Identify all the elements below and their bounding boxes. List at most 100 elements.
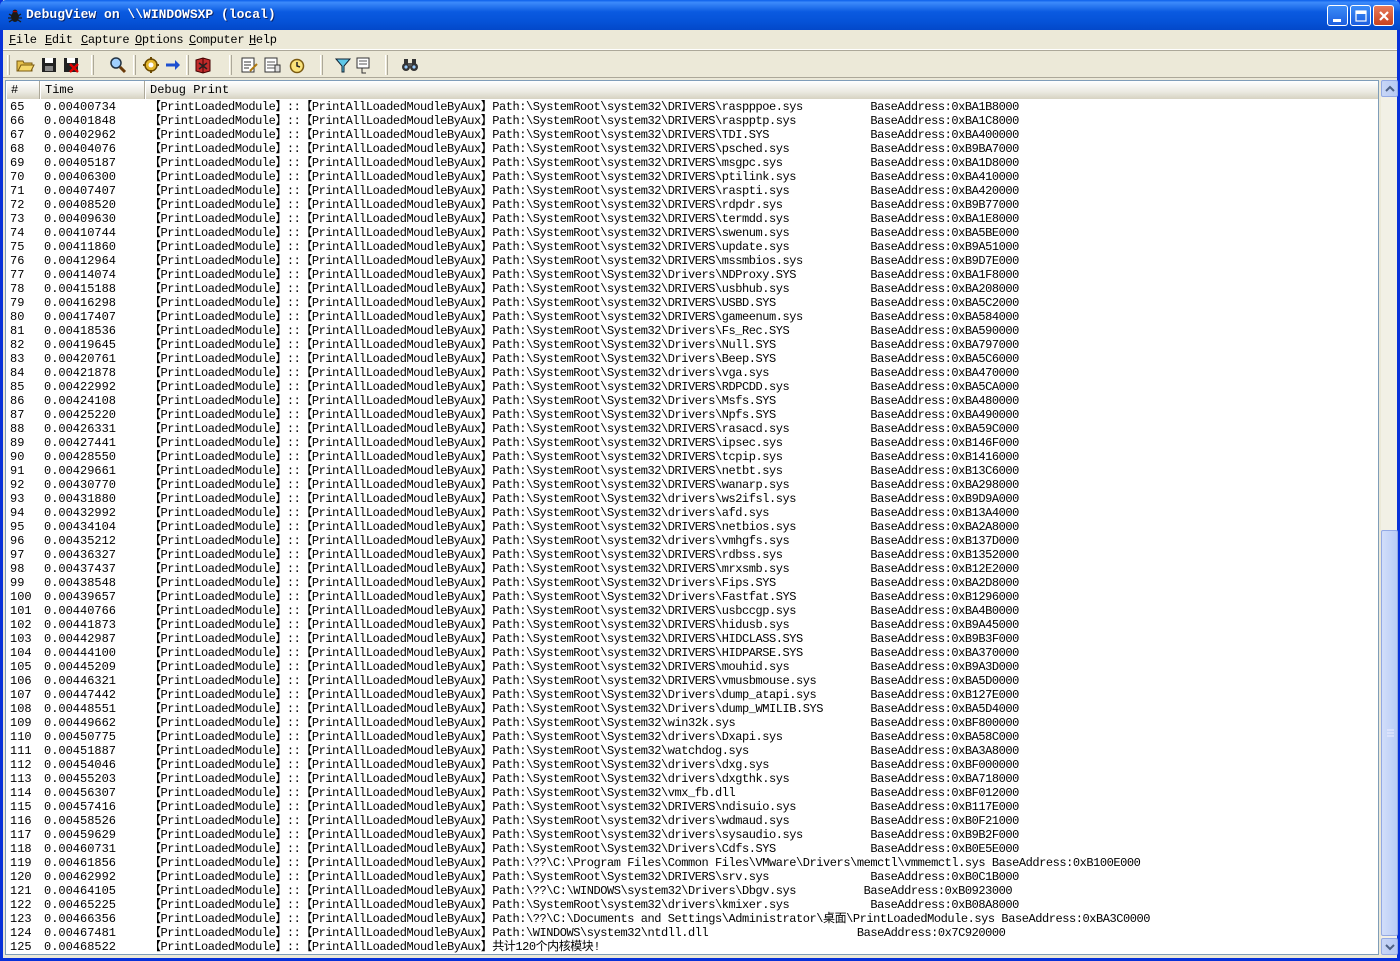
table-row[interactable]: 85 0.00422992 【PrintLoadedModule】::【PrintA… [6,380,1378,394]
capture-gear-icon[interactable] [141,55,161,75]
table-row[interactable]: 105 0.00445209 【PrintLoadedModule】::【Print… [6,660,1378,674]
scroll-up-button[interactable] [1381,80,1398,97]
filter-highlight-icon[interactable] [333,55,353,75]
table-row[interactable]: 103 0.00442987 【PrintLoadedModule】::【Print… [6,632,1378,646]
table-row[interactable]: 100 0.00439657 【PrintLoadedModule】::【Print… [6,590,1378,604]
menu-computer[interactable]: Computer [189,33,245,47]
table-row[interactable]: 108 0.00448551 【PrintLoadedModule】::【Print… [6,702,1378,716]
scroll-thumb[interactable] [1381,530,1398,936]
table-row[interactable]: 92 0.00430770 【PrintLoadedModule】::【PrintA… [6,478,1378,492]
binoculars-icon[interactable] [400,55,420,75]
table-row[interactable]: 112 0.00454046 【PrintLoadedModule】::【Print… [6,758,1378,772]
table-row[interactable]: 90 0.00428550 【PrintLoadedModule】::【PrintA… [6,450,1378,464]
table-row[interactable]: 98 0.00437437 【PrintLoadedModule】::【PrintA… [6,562,1378,576]
table-row[interactable]: 66 0.00401848 【PrintLoadedModule】::【PrintA… [6,114,1378,128]
table-row[interactable]: 123 0.00466356 【PrintLoadedModule】::【Print… [6,912,1378,926]
table-row[interactable]: 81 0.00418536 【PrintLoadedModule】::【PrintA… [6,324,1378,338]
table-row[interactable]: 77 0.00414074 【PrintLoadedModule】::【PrintA… [6,268,1378,282]
edit-filter-icon[interactable] [239,55,259,75]
title-bar[interactable]: DebugView on \\WINDOWSXP (local) [0,0,1400,30]
clock-icon[interactable] [287,55,307,75]
table-row[interactable]: 95 0.00434104 【PrintLoadedModule】::【PrintA… [6,520,1378,534]
table-row[interactable]: 104 0.00444100 【PrintLoadedModule】::【Print… [6,646,1378,660]
row-debug-print: 【PrintLoadedModule】::【PrintAllLoadedMoud… [149,254,1019,268]
table-row[interactable]: 94 0.00432992 【PrintLoadedModule】::【PrintA… [6,506,1378,520]
list-header: # Time Debug Print [6,81,1378,99]
table-row[interactable]: 99 0.00438548 【PrintLoadedModule】::【PrintA… [6,576,1378,590]
table-row[interactable]: 76 0.00412964 【PrintLoadedModule】::【PrintA… [6,254,1378,268]
table-row[interactable]: 70 0.00406300 【PrintLoadedModule】::【PrintA… [6,170,1378,184]
menu-edit[interactable]: Edit [45,33,73,47]
table-row[interactable]: 93 0.00431880 【PrintLoadedModule】::【PrintA… [6,492,1378,506]
column-header-time[interactable]: Time [40,81,145,99]
table-row[interactable]: 111 0.00451887 【PrintLoadedModule】::【Print… [6,744,1378,758]
table-row[interactable]: 122 0.00465225 【PrintLoadedModule】::【Print… [6,898,1378,912]
table-row[interactable]: 116 0.00458526 【PrintLoadedModule】::【Print… [6,814,1378,828]
table-row[interactable]: 89 0.00427441 【PrintLoadedModule】::【PrintA… [6,436,1378,450]
table-row[interactable]: 75 0.00411860 【PrintLoadedModule】::【PrintA… [6,240,1378,254]
table-row[interactable]: 114 0.00456307 【PrintLoadedModule】::【Print… [6,786,1378,800]
column-header-debug-print[interactable]: Debug Print [145,81,1378,99]
properties-icon[interactable] [262,55,282,75]
table-row[interactable]: 102 0.00441873 【PrintLoadedModule】::【Print… [6,618,1378,632]
menu-options[interactable]: Options [135,33,184,47]
table-row[interactable]: 110 0.00450775 【PrintLoadedModule】::【Print… [6,730,1378,744]
close-button[interactable] [1373,5,1394,26]
table-row[interactable]: 106 0.00446321 【PrintLoadedModule】::【Print… [6,674,1378,688]
table-row[interactable]: 121 0.00464105 【PrintLoadedModule】::【Print… [6,884,1378,898]
table-row[interactable]: 68 0.00404076 【PrintLoadedModule】::【PrintA… [6,142,1378,156]
table-row[interactable]: 118 0.00460731 【PrintLoadedModule】::【Print… [6,842,1378,856]
table-row[interactable]: 74 0.00410744 【PrintLoadedModule】::【PrintA… [6,226,1378,240]
minimize-button[interactable] [1327,5,1348,26]
table-row[interactable]: 69 0.00405187 【PrintLoadedModule】::【PrintA… [6,156,1378,170]
table-row[interactable]: 82 0.00419645 【PrintLoadedModule】::【PrintA… [6,338,1378,352]
highlight-icon[interactable] [354,55,374,75]
menu-file[interactable]: File [9,33,37,47]
menu-capture[interactable]: Capture [81,33,130,47]
toolbar-grip[interactable] [7,55,10,75]
scroll-down-button[interactable] [1381,938,1398,955]
open-folder-icon[interactable] [15,55,35,75]
table-row[interactable]: 84 0.00421878 【PrintLoadedModule】::【PrintA… [6,366,1378,380]
forward-arrow-icon[interactable] [163,55,183,75]
table-row[interactable]: 72 0.00408520 【PrintLoadedModule】::【PrintA… [6,198,1378,212]
table-row[interactable]: 97 0.00436327 【PrintLoadedModule】::【PrintA… [6,548,1378,562]
table-row[interactable]: 124 0.00467481 【PrintLoadedModule】::【Print… [6,926,1378,940]
table-row[interactable]: 83 0.00420761 【PrintLoadedModule】::【PrintA… [6,352,1378,366]
table-row[interactable]: 73 0.00409630 【PrintLoadedModule】::【PrintA… [6,212,1378,226]
row-debug-print: 【PrintLoadedModule】::【PrintAllLoadedMoud… [149,702,1019,716]
table-row[interactable]: 91 0.00429661 【PrintLoadedModule】::【PrintA… [6,464,1378,478]
table-row[interactable]: 88 0.00426331 【PrintLoadedModule】::【PrintA… [6,422,1378,436]
table-row[interactable]: 109 0.00449662 【PrintLoadedModule】::【Print… [6,716,1378,730]
debug-output-list[interactable]: # Time Debug Print 65 0.00400734 【PrintLoa… [5,80,1379,955]
table-row[interactable]: 101 0.00440766 【PrintLoadedModule】::【Print… [6,604,1378,618]
table-row[interactable]: 117 0.00459629 【PrintLoadedModule】::【Print… [6,828,1378,842]
table-row[interactable]: 79 0.00416298 【PrintLoadedModule】::【PrintA… [6,296,1378,310]
menu-help[interactable]: Help [249,33,277,47]
table-row[interactable]: 125 0.00468522 【PrintLoadedModule】::【Print… [6,940,1378,954]
column-header-number[interactable]: # [6,81,40,99]
save-icon[interactable] [39,55,59,75]
table-row[interactable]: 87 0.00425220 【PrintLoadedModule】::【PrintA… [6,408,1378,422]
list-rows: 65 0.00400734 【PrintLoadedModule】::【PrintA… [6,100,1378,954]
table-row[interactable]: 71 0.00407407 【PrintLoadedModule】::【PrintA… [6,184,1378,198]
row-debug-print: 【PrintLoadedModule】::【PrintAllLoadedMoud… [149,492,1019,506]
maximize-button[interactable] [1350,5,1371,26]
table-row[interactable]: 115 0.00457416 【PrintLoadedModule】::【Print… [6,800,1378,814]
table-row[interactable]: 113 0.00455203 【PrintLoadedModule】::【Print… [6,772,1378,786]
menu-capture-accel: C [81,33,88,47]
table-row[interactable]: 65 0.00400734 【PrintLoadedModule】::【PrintA… [6,100,1378,114]
table-row[interactable]: 119 0.00461856 【PrintLoadedModule】::【Print… [6,856,1378,870]
table-row[interactable]: 86 0.00424108 【PrintLoadedModule】::【PrintA… [6,394,1378,408]
table-row[interactable]: 120 0.00462992 【PrintLoadedModule】::【Print… [6,870,1378,884]
table-row[interactable]: 96 0.00435212 【PrintLoadedModule】::【PrintA… [6,534,1378,548]
table-row[interactable]: 78 0.00415188 【PrintLoadedModule】::【PrintA… [6,282,1378,296]
menu-bar: File Edit Capture Options Computer Help [3,30,1397,50]
vertical-scrollbar[interactable] [1380,80,1398,955]
table-row[interactable]: 107 0.00447442 【PrintLoadedModule】::【Print… [6,688,1378,702]
table-row[interactable]: 80 0.00417407 【PrintLoadedModule】::【PrintA… [6,310,1378,324]
find-icon[interactable] [108,55,128,75]
save-red-icon[interactable] [61,55,81,75]
table-row[interactable]: 67 0.00402962 【PrintLoadedModule】::【PrintA… [6,128,1378,142]
clear-book-icon[interactable] [193,55,213,75]
